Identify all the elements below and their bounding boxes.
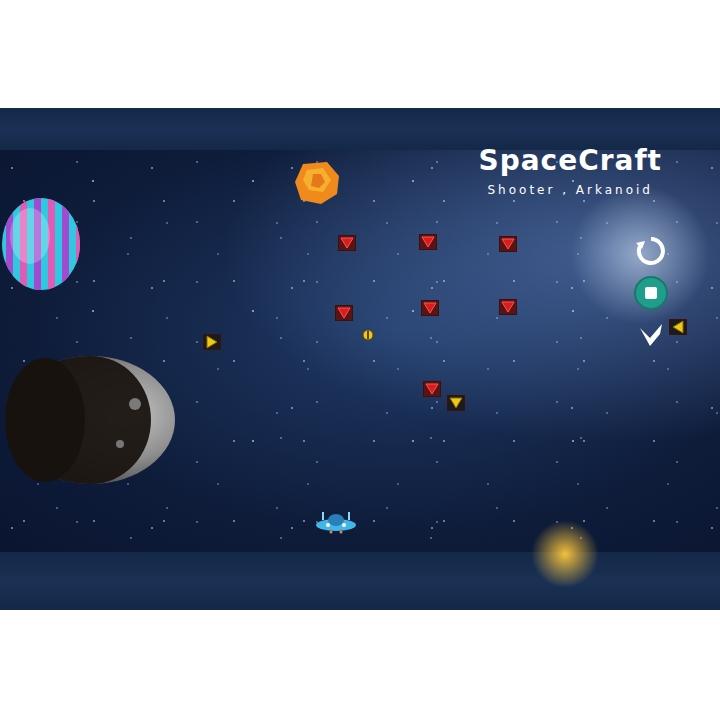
enemy [338,235,356,251]
enemy-ship-icon [672,320,684,334]
restart-icon [635,235,667,267]
enemy-ship-icon [206,335,218,349]
enemy-frame [423,381,441,397]
asteroid [293,160,341,206]
enemy [423,381,441,397]
enemy [419,234,437,250]
striped-planet [0,196,82,292]
striped-planet-icon [0,196,82,292]
enemy-ship-icon [340,237,354,249]
pickup [362,329,374,341]
enemy-ship-icon [337,307,351,319]
moon-icon [5,354,177,486]
screenshot: SpaceCraft Shooter , Arkanoid [0,0,720,720]
sun-glow [531,520,599,588]
restart-button[interactable] [634,234,668,268]
player-ship[interactable] [314,508,358,534]
spaceship-icon [314,508,358,534]
game-logo: SpaceCraft Shooter , Arkanoid [478,144,662,197]
enemy-ship-icon [501,238,515,250]
enemy [499,236,517,252]
enemy [669,319,687,335]
enemy-frame [338,235,356,251]
enemy [203,334,221,350]
enemy-frame [447,395,465,411]
enemy [499,299,517,315]
back-button[interactable] [634,318,668,352]
enemy [447,395,465,411]
enemy-ship-icon [449,397,463,409]
enemy-frame [669,319,687,335]
enemy-ship-icon [421,236,435,248]
enemy-frame [421,300,439,316]
coin-icon [362,329,374,341]
moon [5,354,177,486]
enemy-frame [419,234,437,250]
game-title: SpaceCraft [478,144,662,177]
stop-icon [644,286,658,300]
bottom-strip [0,552,720,610]
back-icon [636,320,666,350]
enemy [335,305,353,321]
bottom-margin [0,610,720,720]
game-subtitle: Shooter , Arkanoid [487,183,653,197]
enemy-frame [203,334,221,350]
asteroid-icon [293,160,341,206]
enemy-frame [335,305,353,321]
game-frame: SpaceCraft Shooter , Arkanoid [0,108,720,610]
stop-button[interactable] [634,276,668,310]
top-strip [0,108,720,150]
enemy-frame [499,236,517,252]
enemy-ship-icon [423,302,437,314]
control-panel [634,234,668,352]
enemy-ship-icon [501,301,515,313]
enemy-frame [499,299,517,315]
enemy [421,300,439,316]
enemy-ship-icon [425,383,439,395]
top-margin [0,0,720,108]
